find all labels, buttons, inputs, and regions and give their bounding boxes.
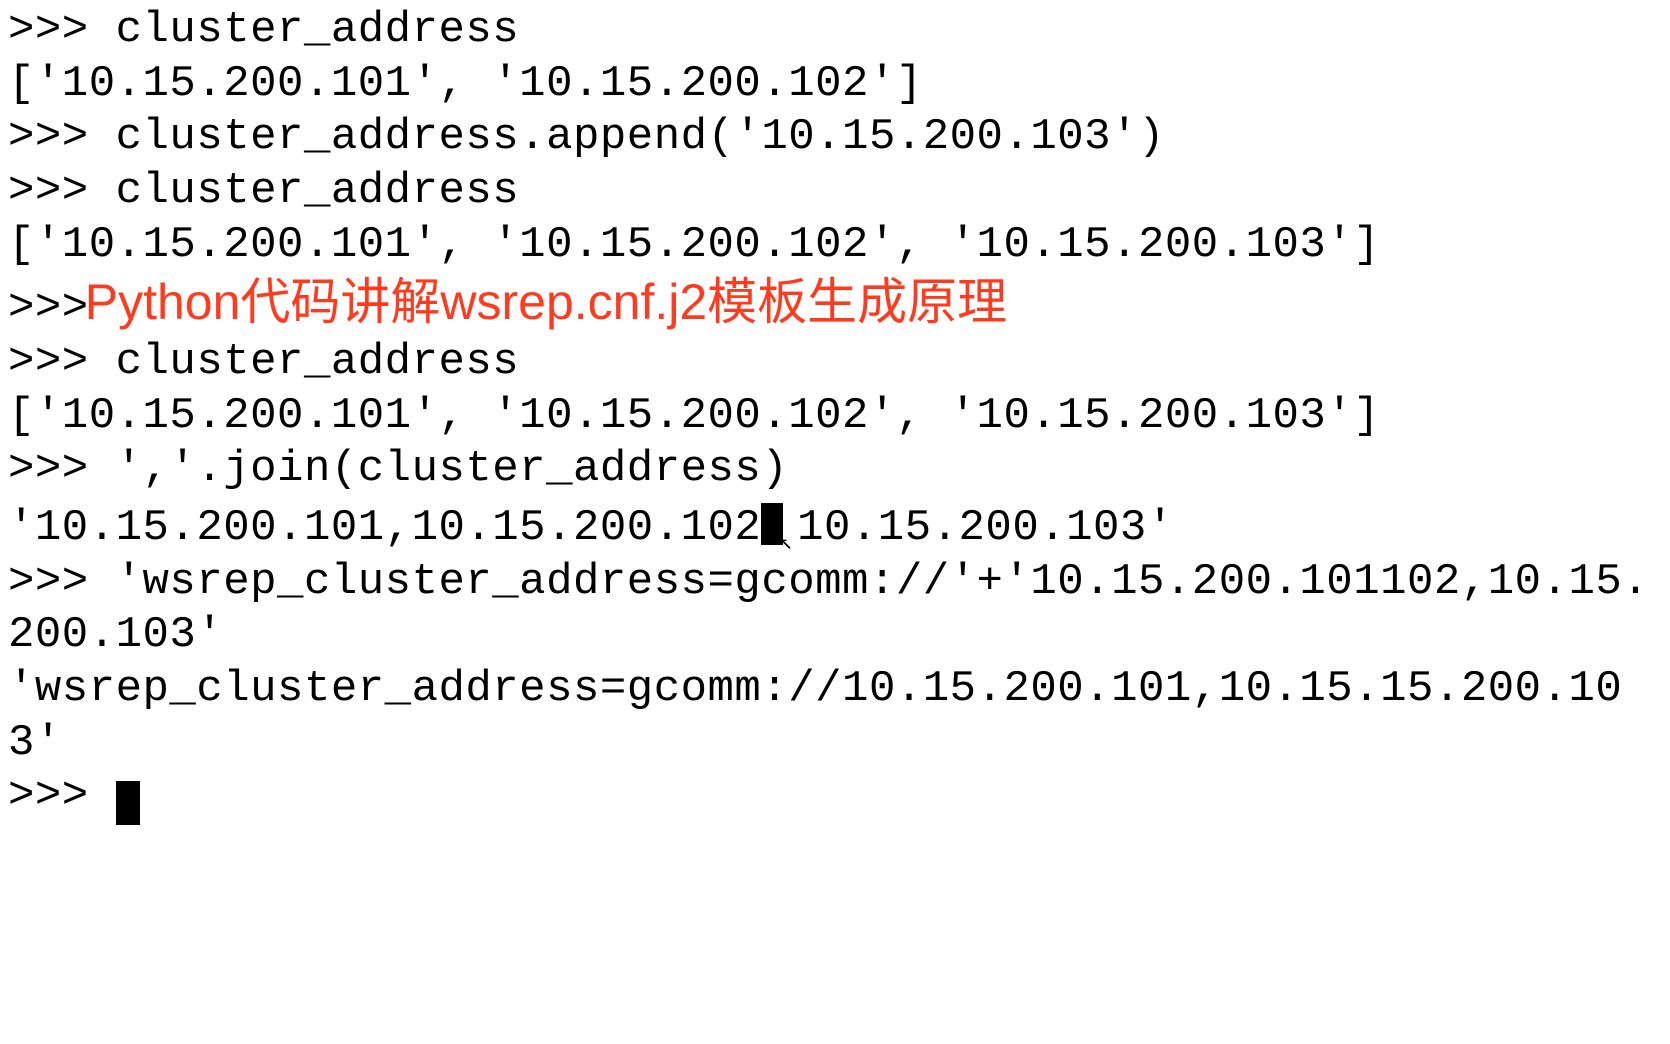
terminal-line[interactable]: >>> cluster_address <box>8 336 1662 390</box>
terminal-prompt-active[interactable]: >>> <box>8 770 1662 824</box>
output-part1: '10.15.200.101,10.15.200.102 <box>8 503 761 553</box>
prompt-text: >>> <box>8 771 116 821</box>
terminal-line[interactable]: >>> ','.join(cluster_address) <box>8 443 1662 497</box>
terminal-cursor <box>116 781 140 825</box>
mouse-cursor-icon: ↖ <box>779 531 793 558</box>
terminal-output: ['10.15.200.101', '10.15.200.102'] <box>8 58 1662 112</box>
terminal-line[interactable]: >>> cluster_address <box>8 165 1662 219</box>
annotation-text: Python代码讲解wsrep.cnf.j2模板生成原理 <box>85 274 1007 330</box>
terminal-line[interactable]: >>> 'wsrep_cluster_address=gcomm://'+'10… <box>8 556 1662 663</box>
terminal-output: 'wsrep_cluster_address=gcomm://10.15.200… <box>8 663 1662 770</box>
output-part2: 10.15.200.103' <box>797 503 1174 553</box>
terminal-output: ['10.15.200.101', '10.15.200.102', '10.1… <box>8 219 1662 273</box>
terminal-line[interactable]: >>> cluster_address.append('10.15.200.10… <box>8 111 1662 165</box>
terminal-output-join: '10.15.200.101,10.15.200.102 ↖10.15.200.1… <box>8 497 1662 556</box>
terminal-output: ['10.15.200.101', '10.15.200.102', '10.1… <box>8 390 1662 444</box>
terminal-prompt-with-annotation: >>>Python代码讲解wsrep.cnf.j2模板生成原理 <box>8 272 1662 336</box>
prompt-text: >>> <box>8 283 89 333</box>
terminal-line[interactable]: >>> cluster_address <box>8 4 1662 58</box>
